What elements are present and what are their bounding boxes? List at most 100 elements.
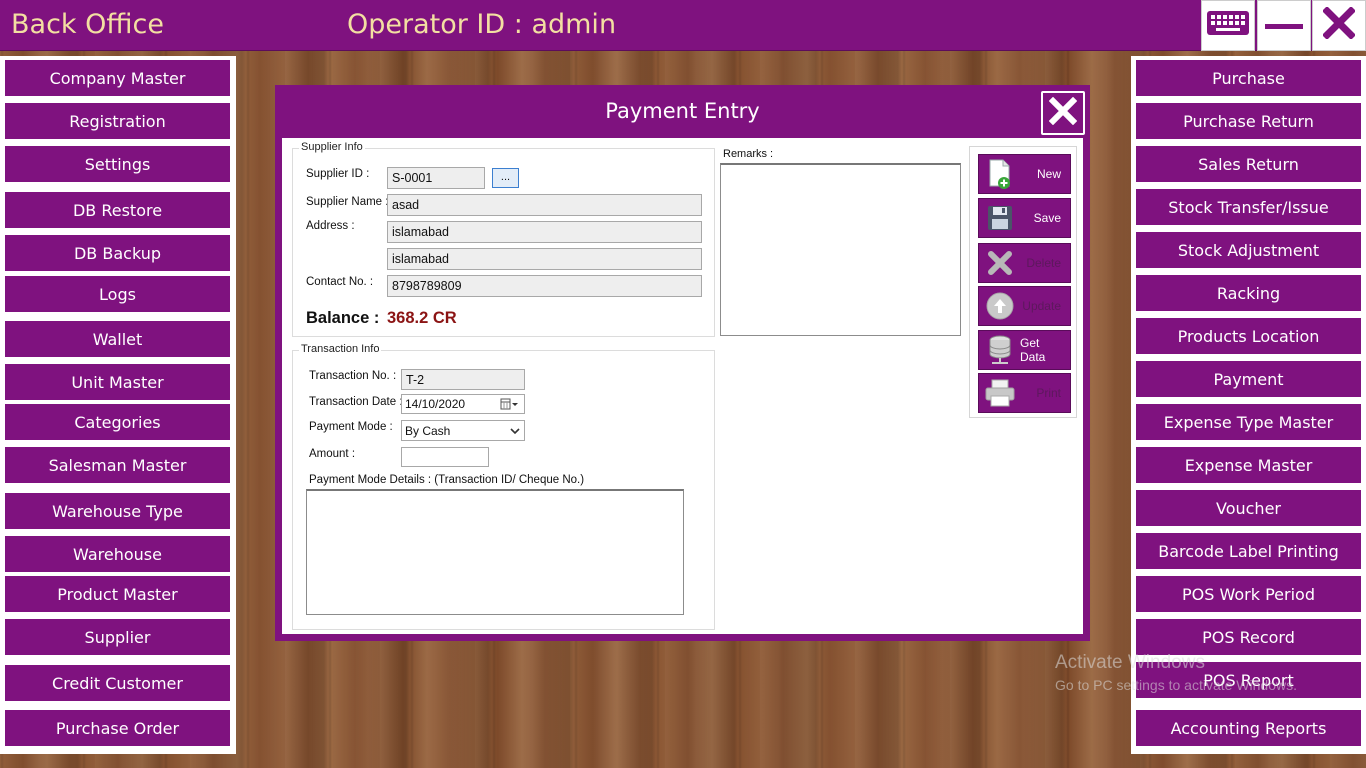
balance-value: 368.2 CR (387, 309, 457, 327)
print-button[interactable]: Print (978, 373, 1071, 413)
payment-mode-select[interactable]: By Cash (401, 420, 525, 441)
upload-arrow-icon (982, 288, 1018, 324)
new-document-icon (982, 156, 1018, 192)
save-button-label: Save (1033, 211, 1061, 225)
menu-sales-return[interactable]: Sales Return (1136, 146, 1361, 182)
payment-entry-dialog: Payment Entry Supplier Info Supplier ID … (275, 85, 1090, 641)
transaction-date-picker[interactable]: 14/10/2020 (401, 394, 525, 414)
browse-supplier-button[interactable]: ... (492, 168, 519, 188)
supplier-id-field[interactable]: S-0001 (387, 167, 485, 189)
activation-watermark-text: Go to PC settings to activate Windows. (1055, 677, 1297, 693)
menu-payment[interactable]: Payment (1136, 361, 1361, 397)
menu-categories[interactable]: Categories (5, 404, 230, 440)
supplier-info-legend: Supplier Info (299, 141, 365, 153)
title-bar: Back Office Operator ID : admin (0, 0, 1366, 51)
payment-mode-details-textarea[interactable] (306, 489, 684, 615)
menu-stock-adjustment[interactable]: Stock Adjustment (1136, 232, 1361, 268)
payment-mode-details-label: Payment Mode Details : (Transaction ID/ … (309, 474, 585, 486)
printer-icon (982, 375, 1018, 411)
menu-warehouse-type[interactable]: Warehouse Type (5, 493, 230, 529)
menu-logs[interactable]: Logs (5, 276, 230, 312)
menu-expense-master[interactable]: Expense Master (1136, 447, 1361, 483)
transaction-info-legend: Transaction Info (299, 343, 382, 355)
contact-no-label: Contact No. : (306, 276, 374, 288)
delete-button[interactable]: Delete (978, 243, 1071, 283)
menu-warehouse[interactable]: Warehouse (5, 536, 230, 572)
menu-credit-customer[interactable]: Credit Customer (5, 665, 230, 701)
address-line1-field[interactable]: islamabad (387, 221, 702, 243)
menu-purchase[interactable]: Purchase (1136, 60, 1361, 96)
keyboard-icon (1206, 10, 1250, 41)
menu-salesman-master[interactable]: Salesman Master (5, 447, 230, 483)
keyboard-button[interactable] (1201, 0, 1255, 51)
contact-no-field[interactable]: 8798789809 (387, 275, 702, 297)
menu-voucher[interactable]: Voucher (1136, 490, 1361, 526)
menu-unit-master[interactable]: Unit Master (5, 364, 230, 400)
amount-field[interactable] (401, 447, 489, 467)
minimize-icon (1265, 17, 1303, 35)
payment-mode-value: By Cash (405, 424, 451, 438)
new-button[interactable]: New (978, 154, 1071, 194)
menu-supplier[interactable]: Supplier (5, 619, 230, 655)
menu-registration[interactable]: Registration (5, 103, 230, 139)
remarks-label: Remarks : (723, 148, 774, 160)
remarks-textarea[interactable] (720, 163, 961, 336)
menu-accounting-reports[interactable]: Accounting Reports (1136, 710, 1361, 746)
dialog-title: Payment Entry (605, 99, 760, 123)
supplier-info-group: Supplier Info Supplier ID : S-0001 ... S… (292, 141, 715, 337)
menu-product-master[interactable]: Product Master (5, 576, 230, 612)
menu-settings[interactable]: Settings (5, 146, 230, 182)
get-data-button-label: Get Data (1020, 336, 1046, 364)
app-title: Back Office (11, 9, 164, 40)
new-button-label: New (1036, 167, 1061, 181)
supplier-id-label: Supplier ID : (306, 168, 370, 180)
payment-mode-label: Payment Mode : (309, 421, 393, 433)
menu-barcode-label-printing[interactable]: Barcode Label Printing (1136, 533, 1361, 569)
menu-products-location[interactable]: Products Location (1136, 318, 1361, 354)
menu-expense-type-master[interactable]: Expense Type Master (1136, 404, 1361, 440)
address-label: Address : (306, 220, 355, 232)
menu-company-master[interactable]: Company Master (5, 60, 230, 96)
transaction-date-value: 14/10/2020 (405, 397, 466, 411)
transaction-date-label: Transaction Date : (309, 396, 403, 408)
menu-racking[interactable]: Racking (1136, 275, 1361, 311)
transaction-info-group: Transaction Info Transaction No. : T-2 T… (292, 343, 715, 630)
dialog-close-button[interactable] (1041, 91, 1085, 135)
save-button[interactable]: Save (978, 198, 1071, 238)
menu-db-restore[interactable]: DB Restore (5, 192, 230, 228)
close-icon (1322, 6, 1356, 44)
left-menu-panel: Company Master Registration Settings DB … (0, 56, 236, 754)
database-icon (982, 332, 1018, 368)
update-button-label: Update (1022, 299, 1061, 313)
close-icon (1048, 96, 1078, 130)
right-menu-panel: Purchase Purchase Return Sales Return St… (1131, 56, 1366, 754)
supplier-name-field[interactable]: asad (387, 194, 702, 216)
print-button-label: Print (1036, 386, 1061, 400)
menu-purchase-return[interactable]: Purchase Return (1136, 103, 1361, 139)
update-button[interactable]: Update (978, 286, 1071, 326)
dialog-body: Supplier Info Supplier ID : S-0001 ... S… (282, 138, 1083, 634)
minimize-button[interactable] (1257, 0, 1311, 51)
delete-x-icon (982, 245, 1018, 281)
menu-purchase-order[interactable]: Purchase Order (5, 710, 230, 746)
supplier-name-label: Supplier Name : (306, 196, 389, 208)
amount-label: Amount : (309, 448, 356, 460)
floppy-disk-icon (982, 200, 1018, 236)
address-line2-field[interactable]: islamabad (387, 248, 702, 270)
balance-label: Balance : (306, 309, 380, 327)
menu-pos-work-period[interactable]: POS Work Period (1136, 576, 1361, 612)
actions-panel: New Save Delete Update Get Data Print (969, 146, 1077, 418)
chevron-down-icon (510, 425, 520, 439)
get-data-button[interactable]: Get Data (978, 330, 1071, 370)
operator-id-label: Operator ID : admin (347, 9, 617, 40)
close-app-button[interactable] (1312, 0, 1366, 51)
menu-stock-transfer-issue[interactable]: Stock Transfer/Issue (1136, 189, 1361, 225)
transaction-no-field[interactable]: T-2 (401, 369, 525, 390)
calendar-icon[interactable] (500, 397, 520, 413)
activation-watermark-title: Activate Windows (1055, 652, 1205, 673)
menu-wallet[interactable]: Wallet (5, 321, 230, 357)
transaction-no-label: Transaction No. : (309, 370, 397, 382)
menu-db-backup[interactable]: DB Backup (5, 235, 230, 271)
menu-pos-record[interactable]: POS Record (1136, 619, 1361, 655)
delete-button-label: Delete (1026, 256, 1061, 270)
